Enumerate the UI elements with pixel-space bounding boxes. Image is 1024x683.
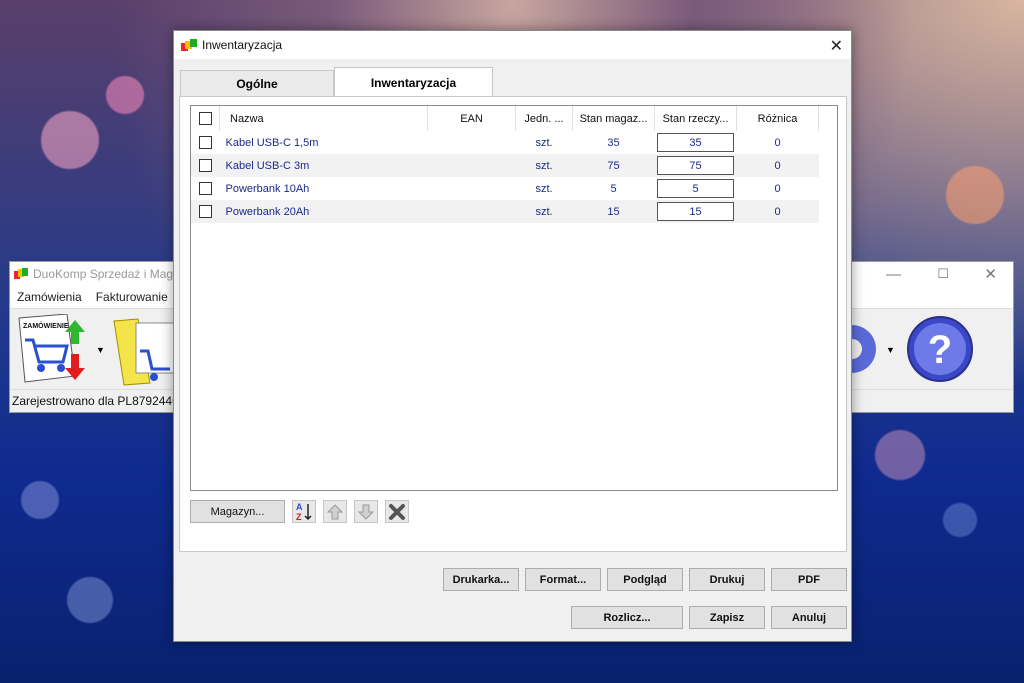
tab-panel: Nazwa EAN Jedn. ... Stan magaz... Stan r… — [179, 96, 847, 552]
dialog-titlebar: Inwentaryzacja ✕ — [174, 31, 851, 59]
row-checkbox[interactable] — [198, 159, 212, 172]
actual-qty-input[interactable]: 75 — [657, 156, 734, 175]
invoice-toolbar-button[interactable] — [110, 317, 175, 387]
menu-fakturowanie[interactable]: Fakturowanie — [89, 290, 175, 304]
tab-ogolne[interactable]: Ogólne — [180, 70, 334, 96]
cell-unit: szt. — [515, 154, 573, 177]
tab-inwentaryzacja[interactable]: Inwentaryzacja — [334, 67, 493, 97]
table-row[interactable]: Kabel USB-C 1,5m szt. 35 35 0 — [191, 131, 819, 154]
row-checkbox[interactable] — [198, 205, 212, 218]
dialog-title: Inwentaryzacja — [202, 38, 283, 52]
row-checkbox[interactable] — [198, 182, 212, 195]
chevron-down-icon[interactable]: ▼ — [886, 345, 895, 355]
preview-button[interactable]: Podgląd — [607, 568, 683, 591]
cell-unit: szt. — [515, 200, 573, 223]
chevron-down-icon[interactable]: ▼ — [96, 345, 105, 355]
close-button[interactable]: ✕ — [984, 262, 997, 286]
select-all-header — [191, 106, 220, 131]
invoice-cart-icon — [113, 318, 175, 386]
app-logo-icon — [181, 38, 197, 51]
cell-name: Powerbank 20Ah — [219, 200, 428, 223]
delete-x-icon — [389, 503, 405, 520]
cell-name: Kabel USB-C 1,5m — [225, 136, 319, 149]
cell-unit: szt. — [535, 182, 553, 195]
table-row[interactable]: Powerbank 20Ah szt. 15 15 0 — [191, 200, 819, 223]
row-checkbox[interactable] — [198, 136, 212, 149]
cancel-button[interactable]: Anuluj — [771, 606, 847, 629]
cell-diff: 0 — [774, 136, 781, 149]
cell-name: Powerbank 10Ah — [225, 182, 310, 195]
table-row[interactable]: Kabel USB-C 3m szt. 75 75 0 — [191, 154, 819, 177]
column-header-diff[interactable]: Różnica — [736, 106, 819, 131]
actual-qty-input[interactable]: 5 — [657, 179, 734, 198]
cell-stock: 5 — [610, 182, 617, 195]
svg-text:Z: Z — [296, 512, 302, 521]
column-header-actual[interactable]: Stan rzeczy... — [654, 106, 737, 131]
cell-diff: 0 — [736, 154, 819, 177]
close-icon[interactable]: ✕ — [830, 36, 843, 56]
cell-diff: 0 — [736, 200, 819, 223]
cell-ean — [428, 177, 516, 200]
inventory-dialog: Inwentaryzacja ✕ Ogólne Inwentaryzacja N… — [173, 30, 852, 642]
svg-text:?: ? — [928, 328, 952, 372]
column-header-ean[interactable]: EAN — [427, 106, 516, 131]
sort-az-icon: A Z — [296, 502, 312, 521]
tab-bar: Ogólne Inwentaryzacja — [180, 67, 493, 97]
order-toolbar-button[interactable]: ZAMÓWIENIE — [17, 313, 89, 384]
cell-name: Kabel USB-C 3m — [219, 154, 428, 177]
cell-diff: 0 — [774, 182, 781, 195]
settle-button[interactable]: Rozlicz... — [571, 606, 683, 629]
format-button[interactable]: Format... — [525, 568, 601, 591]
move-up-button[interactable] — [323, 500, 347, 523]
maximize-button[interactable]: ☐ — [937, 262, 949, 286]
help-icon: ? — [907, 316, 973, 382]
delete-button[interactable] — [385, 500, 409, 523]
print-button[interactable]: Drukuj — [689, 568, 765, 591]
table-row[interactable]: Powerbank 10Ah szt. 5 5 0 — [191, 177, 819, 200]
arrow-down-icon — [357, 504, 375, 520]
help-toolbar-button[interactable]: ? — [906, 315, 974, 383]
actual-qty-input[interactable]: 15 — [657, 202, 734, 221]
arrow-up-icon — [326, 503, 344, 519]
cell-unit: szt. — [535, 136, 553, 149]
app-logo-icon — [14, 268, 28, 279]
printer-button[interactable]: Drukarka... — [443, 568, 519, 591]
column-header-stock[interactable]: Stan magaz... — [572, 106, 655, 131]
minimize-button[interactable]: — — [886, 262, 901, 286]
column-header-unit[interactable]: Jedn. ... — [515, 106, 573, 131]
svg-text:ZAMÓWIENIE: ZAMÓWIENIE — [23, 321, 69, 330]
pdf-button[interactable]: PDF — [771, 568, 847, 591]
table-header: Nazwa EAN Jedn. ... Stan magaz... Stan r… — [191, 106, 819, 131]
select-all-checkbox[interactable] — [198, 112, 212, 125]
registration-status: Zarejestrowano dla PL87924463 — [12, 394, 186, 408]
cell-ean — [427, 154, 516, 177]
cell-stock: 15 — [572, 200, 655, 223]
cell-ean — [428, 131, 516, 154]
inventory-table: Nazwa EAN Jedn. ... Stan magaz... Stan r… — [190, 105, 838, 491]
save-button[interactable]: Zapisz — [689, 606, 765, 629]
svg-text:A: A — [296, 502, 303, 512]
cell-stock: 35 — [607, 136, 620, 149]
actual-qty-input[interactable]: 35 — [657, 133, 734, 152]
move-down-button[interactable] — [354, 500, 378, 523]
cell-ean — [427, 200, 516, 223]
order-cart-icon: ZAMÓWIENIE — [18, 313, 85, 383]
magazyn-button[interactable]: Magazyn... — [190, 500, 285, 523]
cell-stock: 75 — [572, 154, 655, 177]
column-header-name[interactable]: Nazwa — [219, 106, 428, 131]
menu-zamowienia[interactable]: Zamówienia — [10, 290, 89, 304]
main-app-title: DuoKomp Sprzedaż i Maga — [33, 267, 180, 281]
sort-button[interactable]: A Z — [292, 500, 316, 523]
